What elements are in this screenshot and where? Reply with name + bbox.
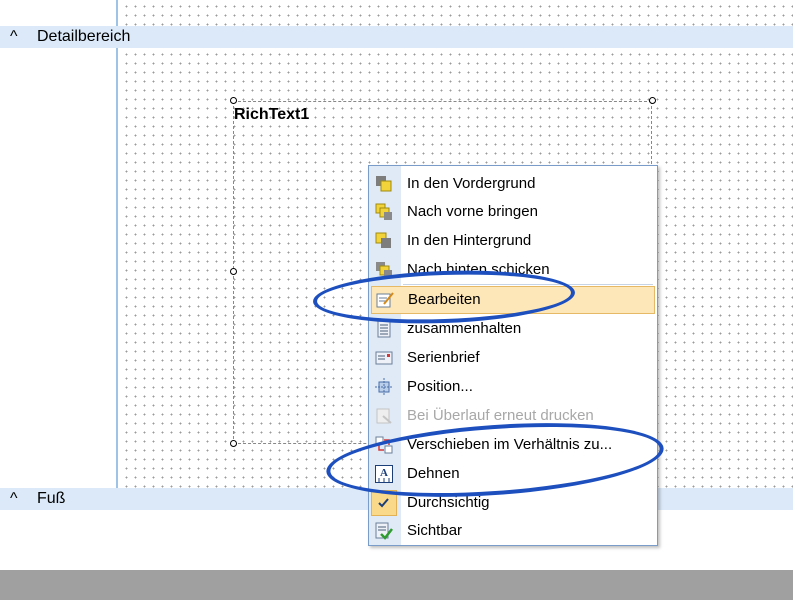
design-grid-top [120, 0, 793, 26]
richtext-control-label: RichText1 [234, 106, 310, 123]
collapse-caret-icon[interactable]: ^ [10, 490, 18, 508]
resize-handle-middle-left[interactable] [230, 268, 237, 275]
menu-item-send-to-back[interactable]: In den Hintergrund [369, 227, 657, 255]
menu-item-position[interactable]: Position... [369, 373, 657, 401]
menu-item-label: Bei Überlauf erneut drucken [407, 407, 594, 424]
left-margin [0, 48, 116, 488]
menu-item-label: Position... [407, 378, 473, 395]
menu-item-bring-forward[interactable]: Nach vorne bringen [369, 198, 657, 226]
visible-check-icon [375, 522, 393, 540]
section-header-detail[interactable]: ^ Detailbereich [0, 26, 793, 48]
reprint-icon [375, 407, 393, 425]
section-label-detail: Detailbereich [37, 28, 131, 45]
menu-item-label: In den Vordergrund [407, 175, 536, 192]
menu-item-visible[interactable]: Sichtbar [369, 517, 657, 545]
send-to-back-icon [375, 232, 393, 250]
position-icon [375, 378, 393, 396]
menu-item-mail-merge[interactable]: Serienbrief [369, 344, 657, 372]
section-label-footer: Fuß [37, 490, 66, 507]
menu-item-label: Serienbrief [407, 349, 480, 366]
keep-together-icon [375, 320, 393, 338]
resize-handle-top-right[interactable] [649, 97, 656, 104]
margin-divider [116, 48, 118, 488]
bottom-bar [0, 570, 793, 600]
menu-item-label: Sichtbar [407, 522, 463, 539]
ruler-divider [116, 0, 118, 26]
mail-merge-icon [375, 349, 393, 367]
bring-to-front-icon [375, 175, 393, 193]
resize-handle-top-left[interactable] [230, 97, 237, 104]
resize-handle-bottom-left[interactable] [230, 440, 237, 447]
bring-forward-icon [375, 203, 393, 221]
menu-item-bring-to-front[interactable]: In den Vordergrund [369, 170, 657, 198]
menu-item-label: Nach vorne bringen [407, 203, 538, 220]
collapse-caret-icon[interactable]: ^ [10, 28, 18, 46]
menu-item-label: In den Hintergrund [407, 232, 532, 249]
top-design-strip [0, 0, 793, 26]
